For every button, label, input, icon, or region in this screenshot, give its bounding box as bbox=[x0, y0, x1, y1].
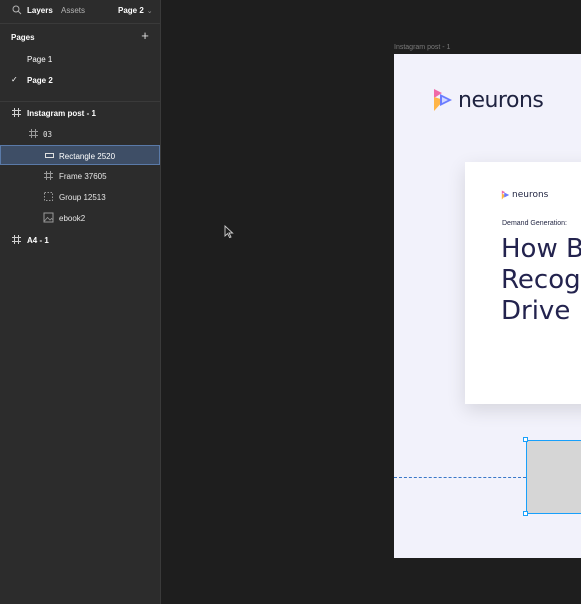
layer-group-12513[interactable]: Group 12513 bbox=[0, 187, 160, 207]
divider bbox=[0, 23, 160, 24]
layer-label: A4 - 1 bbox=[27, 236, 49, 245]
resize-handle-top-left[interactable] bbox=[523, 437, 528, 442]
neurons-logo-icon bbox=[501, 190, 510, 200]
headline-line: How B bbox=[501, 234, 581, 264]
headline-line: Recog bbox=[501, 265, 581, 295]
card-headline: How B Recog Drive I bbox=[501, 234, 581, 327]
page-item-page-2[interactable]: ✓ Page 2 bbox=[0, 72, 160, 90]
frame-icon bbox=[12, 235, 21, 244]
brand-name: neurons bbox=[458, 87, 544, 113]
page-item-label: Page 2 bbox=[27, 76, 53, 85]
page-item-label: Page 1 bbox=[27, 55, 53, 64]
neurons-logo-icon bbox=[434, 89, 452, 111]
tab-assets[interactable]: Assets bbox=[61, 6, 85, 15]
instagram-post-frame[interactable]: neurons neurons Demand Generation: How B… bbox=[394, 54, 581, 558]
layer-label: Group 12513 bbox=[59, 193, 106, 202]
layer-label: Frame 37605 bbox=[59, 172, 107, 181]
tab-layers[interactable]: Layers bbox=[27, 6, 53, 15]
page-item-page-1[interactable]: Page 1 bbox=[0, 51, 160, 69]
chevron-down-icon: ⌄ bbox=[146, 8, 153, 15]
layer-frame-37605[interactable]: Frame 37605 bbox=[0, 166, 160, 186]
layer-a4-1[interactable]: A4 - 1 bbox=[0, 230, 160, 250]
image-icon bbox=[43, 212, 54, 223]
panel-topbar: Layers Assets Page 2 ⌄ bbox=[0, 0, 161, 22]
layer-instagram-post-1[interactable]: Instagram post - 1 bbox=[0, 103, 160, 123]
card-kicker: Demand Generation: bbox=[502, 220, 567, 227]
cursor-arrow-icon bbox=[224, 225, 234, 239]
layer-03[interactable]: 03 bbox=[0, 124, 160, 144]
pages-header: Pages bbox=[11, 33, 35, 42]
layer-ebook2[interactable]: ebook2 bbox=[0, 208, 160, 228]
layer-rectangle-2520[interactable]: Rectangle 2520 bbox=[0, 145, 160, 165]
frame-label[interactable]: Instagram post - 1 bbox=[394, 44, 450, 51]
resize-handle-bottom-left[interactable] bbox=[523, 511, 528, 516]
divider bbox=[0, 101, 160, 102]
layers-panel: Layers Assets Page 2 ⌄ Pages + Page 1 ✓ P… bbox=[0, 0, 161, 604]
layer-label: Rectangle 2520 bbox=[59, 152, 116, 161]
layer-label: ebook2 bbox=[59, 214, 86, 223]
check-icon: ✓ bbox=[11, 75, 18, 84]
frame-icon bbox=[44, 171, 53, 180]
rectangle-icon bbox=[45, 153, 54, 158]
frame-icon bbox=[29, 129, 38, 138]
card-brand-name: neurons bbox=[512, 190, 549, 200]
ebook-cover-card: neurons Demand Generation: How B Recog D… bbox=[465, 162, 581, 404]
layer-label: Instagram post - 1 bbox=[27, 109, 96, 118]
group-icon bbox=[44, 192, 53, 201]
page-selector[interactable]: Page 2 ⌄ bbox=[118, 6, 153, 15]
plus-icon[interactable]: + bbox=[138, 29, 152, 43]
frame-icon bbox=[12, 108, 21, 117]
layer-label: 03 bbox=[43, 130, 53, 139]
page-selector-label: Page 2 bbox=[118, 6, 144, 15]
headline-line: Drive I bbox=[501, 296, 581, 326]
measurement-guide bbox=[394, 477, 526, 478]
selected-rectangle[interactable] bbox=[526, 440, 581, 514]
brand-logo: neurons bbox=[432, 86, 544, 114]
search-icon[interactable] bbox=[12, 5, 22, 15]
card-brand: neurons bbox=[501, 190, 548, 200]
